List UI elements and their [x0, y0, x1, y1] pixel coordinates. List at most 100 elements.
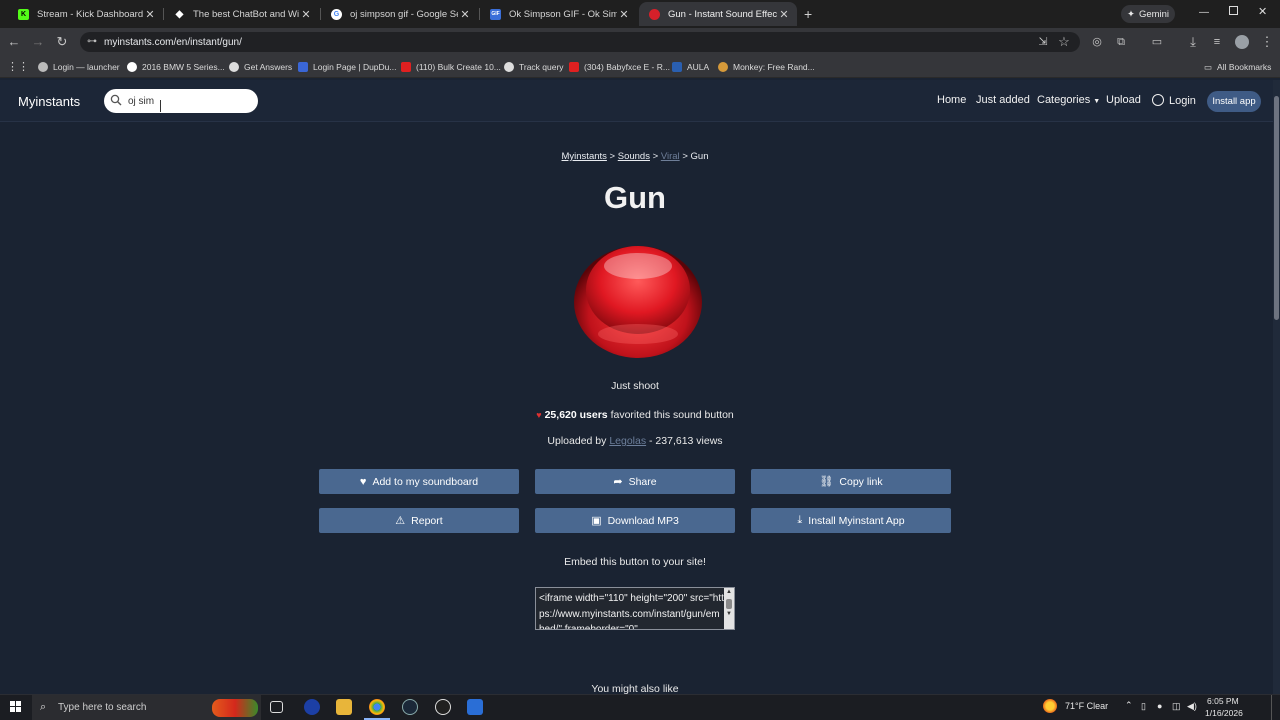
obs-icon[interactable] — [435, 699, 451, 715]
show-desktop[interactable] — [1271, 695, 1272, 720]
windows-start-icon[interactable] — [10, 701, 22, 713]
search-box[interactable] — [104, 89, 258, 113]
bookmark-track-query[interactable]: Track query — [504, 60, 564, 74]
site-info-icon[interactable]: ⊶ — [87, 36, 97, 47]
bookmark-aula[interactable]: AULA — [672, 60, 709, 74]
new-tab-icon[interactable]: + — [804, 6, 812, 22]
download-icon[interactable]: ⤓ — [1185, 34, 1201, 50]
network-icon[interactable]: ◫ — [1172, 701, 1181, 712]
close-icon[interactable]: ✕ — [617, 8, 631, 21]
close-icon[interactable]: ✕ — [143, 8, 157, 21]
taskbar-search[interactable]: ⌕ Type here to search — [32, 695, 261, 720]
extension-icon[interactable]: ◎ — [1089, 34, 1105, 50]
nav-home[interactable]: Home — [937, 94, 966, 106]
bookmark-monkey[interactable]: Monkey: Free Rand... — [718, 60, 815, 74]
reload-icon[interactable]: ↻ — [54, 34, 70, 50]
bookmark-dupdub[interactable]: Login Page | DupDu... — [298, 60, 397, 74]
site-logo[interactable]: Myinstants — [18, 94, 80, 109]
media-icon[interactable]: ≡ — [1209, 34, 1225, 50]
task-view-icon[interactable] — [270, 701, 283, 713]
url-text[interactable]: myinstants.com/en/instant/gun/ — [104, 37, 242, 48]
bookmark-bmw[interactable]: 2016 BMW 5 Series... — [127, 60, 225, 74]
bookmark-get-answers[interactable]: Get Answers — [229, 60, 292, 74]
menu-icon[interactable]: ⋮ — [1259, 34, 1275, 50]
breadcrumb-current: Gun — [690, 151, 709, 162]
file-explorer-icon[interactable] — [336, 699, 352, 715]
close-icon[interactable]: ✕ — [299, 8, 313, 21]
heart-icon: ♥ — [359, 475, 367, 488]
scroll-down-icon[interactable]: ▼ — [726, 611, 732, 617]
breadcrumb-sounds[interactable]: Sounds — [618, 151, 650, 162]
nav-just-added[interactable]: Just added — [976, 94, 1030, 106]
tab-gun-active[interactable]: Gun - Instant Sound Effect Butt ✕ — [639, 2, 797, 26]
scroll-up-icon[interactable]: ▲ — [726, 589, 732, 595]
tab-ok-simpson-gif[interactable]: GIF Ok Simpson GIF - Ok Simpson ✕ — [480, 2, 637, 26]
install-myinstant-app-button[interactable]: ⤓ Install Myinstant App — [751, 508, 951, 533]
search-input[interactable] — [128, 93, 248, 109]
bookmark-youtube-babyfxce[interactable]: (304) Babyfxce E - R... — [569, 60, 670, 74]
tab-kick-dashboard[interactable]: K Stream - Kick Dashboard ✕ — [8, 2, 163, 26]
tab-title: Ok Simpson GIF - Ok Simpson — [509, 8, 617, 20]
clock-time[interactable]: 6:05 PM — [1207, 696, 1239, 706]
sound-play-button[interactable] — [571, 234, 705, 360]
page-scroll-thumb[interactable] — [1274, 96, 1279, 320]
uploader-link[interactable]: Legolas — [609, 435, 646, 447]
install-app-button[interactable]: Install app — [1207, 91, 1261, 112]
embed-scrollbar[interactable]: ▲ ▼ — [724, 588, 734, 629]
nav-upload[interactable]: Upload — [1106, 94, 1141, 106]
all-bookmarks[interactable]: ▭ All Bookmarks — [1204, 60, 1271, 74]
close-icon[interactable]: ✕ — [777, 8, 791, 21]
volume-icon[interactable]: ◀) — [1187, 701, 1197, 712]
microphone-icon[interactable]: ● — [1157, 701, 1162, 711]
embed-code-textarea[interactable]: <iframe width="110" height="200" src="ht… — [535, 587, 735, 630]
back-icon[interactable]: ← — [6, 34, 22, 50]
chevron-up-icon[interactable]: ⌃ — [1125, 700, 1133, 711]
steam-icon[interactable] — [402, 699, 418, 715]
bookmark-youtube-bulk[interactable]: (110) Bulk Create 10... — [401, 60, 501, 74]
profile-avatar[interactable] — [1235, 35, 1249, 49]
text-cursor-icon — [160, 100, 161, 112]
link-icon: ⛓ — [819, 476, 834, 488]
download-icon: ⤓ — [797, 514, 803, 526]
minimize-icon[interactable]: — — [1199, 7, 1209, 18]
bookmark-label: Login Page | DupDu... — [313, 62, 397, 72]
copy-link-button[interactable]: ⛓ Copy link — [751, 469, 951, 494]
restore-icon[interactable] — [1229, 6, 1238, 15]
apps-grid-icon[interactable]: ⋮⋮ — [7, 60, 29, 73]
download-mp3-button[interactable]: ▣ Download MP3 — [535, 508, 735, 533]
nav-categories[interactable]: Categories ▼ — [1037, 94, 1100, 106]
button-label: Copy link — [839, 475, 883, 488]
gif-icon: GIF — [490, 8, 501, 20]
breadcrumb-viral[interactable]: Viral — [661, 151, 680, 162]
uploaded-prefix: Uploaded by — [547, 435, 607, 447]
bookmark-label: AULA — [687, 62, 710, 72]
search-icon — [110, 94, 122, 106]
close-window-icon[interactable]: ✕ — [1258, 5, 1267, 18]
youtube-icon — [569, 62, 579, 72]
nav-login[interactable]: Login — [1152, 94, 1196, 107]
aula-icon — [672, 62, 682, 72]
sidepanel-icon[interactable]: ▭ — [1149, 34, 1165, 50]
battery-icon[interactable]: ▯ — [1141, 701, 1146, 712]
clock-date[interactable]: 1/16/2026 — [1205, 708, 1243, 718]
share-button[interactable]: ➦ Share — [535, 469, 735, 494]
embed-scroll-thumb[interactable] — [726, 599, 732, 609]
bookmark-star-icon[interactable]: ☆ — [1056, 34, 1072, 50]
weather-text[interactable]: 71°F Clear — [1065, 701, 1108, 711]
close-icon[interactable]: ✕ — [458, 8, 472, 21]
forward-icon[interactable]: → — [30, 34, 46, 50]
folder-icon: ▭ — [1204, 61, 1213, 72]
gemini-button[interactable]: ✦ Gemini — [1121, 5, 1175, 23]
tab-google-search[interactable]: G oj simpson gif - Google Search ✕ — [321, 2, 478, 26]
breadcrumb-myinstants[interactable]: Myinstants — [562, 151, 607, 162]
report-button[interactable]: ⚠ Report — [319, 508, 519, 533]
puzzle-icon[interactable]: ⧉ — [1113, 34, 1129, 50]
add-to-soundboard-button[interactable]: ♥ Add to my soundboard — [319, 469, 519, 494]
bookmark-login-launcher[interactable]: Login — launcher — [38, 60, 120, 74]
shield-app-icon[interactable] — [467, 699, 483, 715]
nav-categories-label: Categories — [1037, 94, 1091, 106]
chrome-icon[interactable] — [369, 699, 385, 715]
install-page-icon[interactable]: ⇲ — [1035, 34, 1051, 50]
tab-botrix[interactable]: ◆ The best ChatBot and Widgets ✕ — [164, 2, 319, 26]
app-icon[interactable] — [304, 699, 320, 715]
